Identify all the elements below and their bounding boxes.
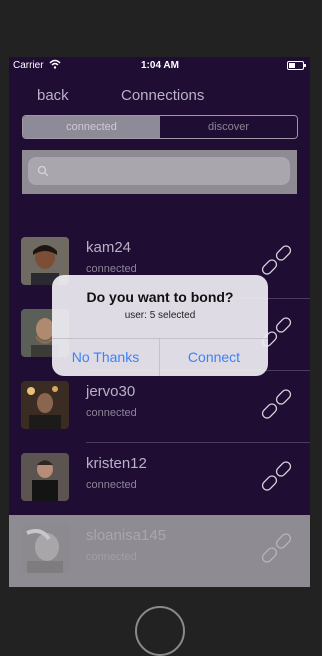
connection-status: connected xyxy=(86,263,137,275)
link-icon[interactable] xyxy=(257,527,297,572)
alert-message: user: 5 selected xyxy=(124,310,196,321)
search-input[interactable] xyxy=(28,157,290,185)
connection-row[interactable]: kristen12 connected xyxy=(9,443,310,515)
tab-discover[interactable]: discover xyxy=(160,116,297,138)
back-button[interactable]: back xyxy=(37,87,69,104)
status-bar: Carrier 1:04 AM xyxy=(9,57,310,75)
nav-bar: back Connections xyxy=(9,87,310,111)
tab-switcher: connected discover xyxy=(22,115,298,139)
connection-status: connected xyxy=(86,551,137,563)
connect-button[interactable]: Connect xyxy=(160,339,268,376)
battery-icon xyxy=(287,61,306,70)
connection-row[interactable]: jervo30 connected xyxy=(9,371,310,443)
home-button[interactable] xyxy=(135,606,185,656)
avatar xyxy=(21,453,69,501)
carrier-label: Carrier xyxy=(13,60,44,71)
wifi-icon xyxy=(49,59,61,72)
username: kam24 xyxy=(86,239,132,256)
connection-status: connected xyxy=(86,407,137,419)
alert-title: Do you want to bond? xyxy=(86,289,234,305)
link-icon[interactable] xyxy=(257,383,297,428)
username: jervo30 xyxy=(86,383,136,400)
avatar xyxy=(21,381,69,429)
search-icon xyxy=(37,164,49,182)
search-bar xyxy=(22,150,297,194)
username: sloanisa145 xyxy=(86,527,167,544)
username: kristen12 xyxy=(86,455,147,472)
avatar xyxy=(21,525,69,573)
connection-row[interactable]: sloanisa145 connected xyxy=(9,515,310,587)
link-icon[interactable] xyxy=(257,455,297,500)
no-thanks-button[interactable]: No Thanks xyxy=(52,339,159,376)
tab-connected[interactable]: connected xyxy=(23,116,160,138)
clock: 1:04 AM xyxy=(141,60,179,71)
connection-status: connected xyxy=(86,479,137,491)
page-title: Connections xyxy=(121,87,205,104)
bond-alert-dialog: Do you want to bond? user: 5 selected No… xyxy=(52,275,268,376)
